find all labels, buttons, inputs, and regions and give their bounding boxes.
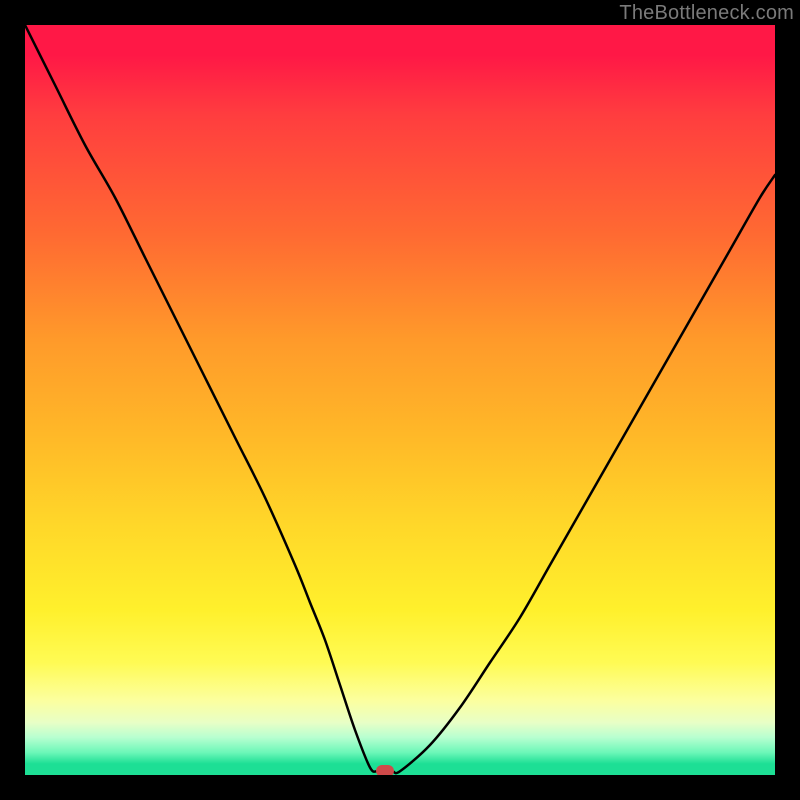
plot-area xyxy=(25,25,775,775)
chart-frame: TheBottleneck.com xyxy=(0,0,800,800)
optimum-marker xyxy=(376,765,394,775)
bottleneck-curve xyxy=(25,25,775,775)
watermark-text: TheBottleneck.com xyxy=(619,2,794,25)
